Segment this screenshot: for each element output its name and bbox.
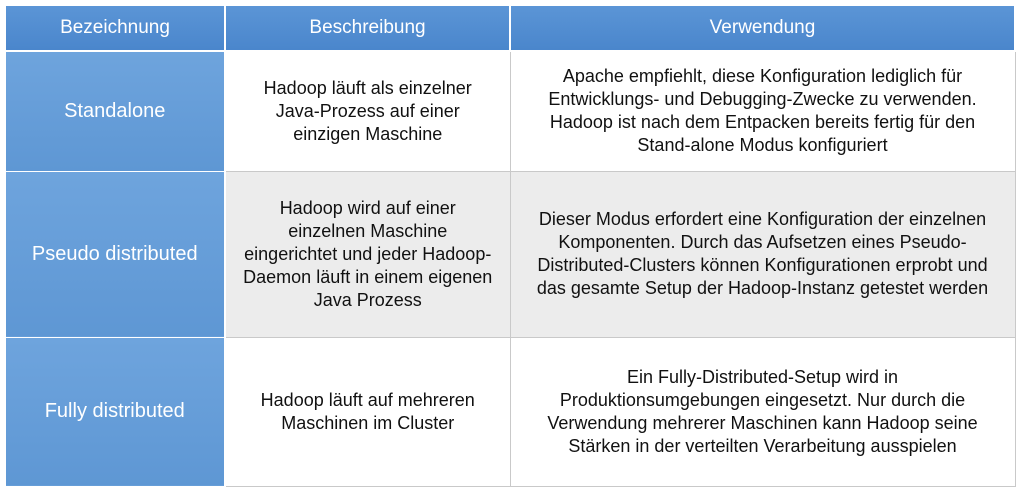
table-row-standalone: Standalone Hadoop läuft als einzelner Ja… (4, 50, 1016, 172)
header-verwendung: Verwendung (509, 4, 1016, 52)
mode-name-cell: Fully distributed (4, 336, 226, 487)
description-cell: Hadoop wird auf einer einzelnen Maschine… (224, 170, 511, 338)
hadoop-modes-table: Bezeichnung Beschreibung Verwendung Stan… (4, 4, 1016, 487)
usage-cell: Apache empfiehlt, diese Konfiguration le… (509, 50, 1016, 172)
hadoop-modes-table-container: Bezeichnung Beschreibung Verwendung Stan… (4, 4, 1016, 487)
table-body: Standalone Hadoop läuft als einzelner Ja… (4, 50, 1016, 487)
mode-name-cell: Standalone (4, 50, 226, 172)
header-beschreibung: Beschreibung (224, 4, 511, 52)
usage-cell: Ein Fully-Distributed-Setup wird in Prod… (509, 336, 1016, 487)
table-header: Bezeichnung Beschreibung Verwendung (4, 4, 1016, 52)
header-bezeichnung: Bezeichnung (4, 4, 226, 52)
mode-name-cell: Pseudo distributed (4, 170, 226, 338)
table-row-fully-distributed: Fully distributed Hadoop läuft auf mehre… (4, 336, 1016, 487)
header-row: Bezeichnung Beschreibung Verwendung (4, 4, 1016, 52)
description-cell: Hadoop läuft auf mehreren Maschinen im C… (224, 336, 511, 487)
table-row-pseudo-distributed: Pseudo distributed Hadoop wird auf einer… (4, 170, 1016, 338)
description-cell: Hadoop läuft als einzelner Java-Prozess … (224, 50, 511, 172)
usage-cell: Dieser Modus erfordert eine Konfiguratio… (509, 170, 1016, 338)
